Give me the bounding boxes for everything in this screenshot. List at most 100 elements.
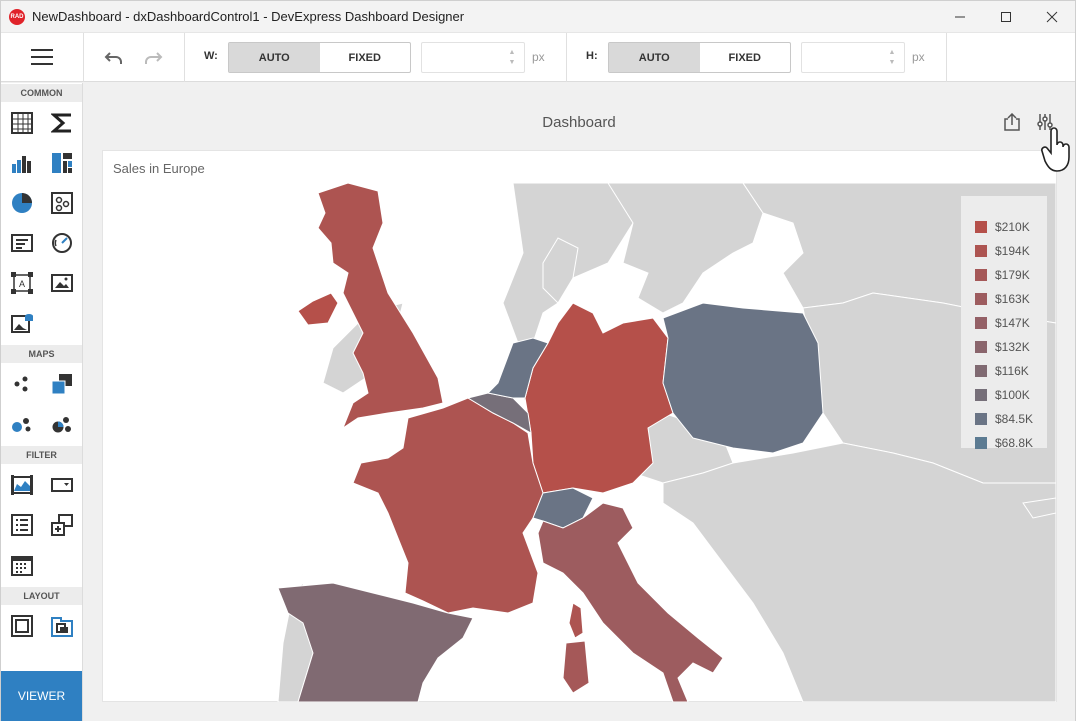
treemap-icon[interactable] bbox=[49, 150, 75, 176]
pie-map-icon[interactable] bbox=[49, 411, 75, 437]
toolbar: W: AUTO FIXED ▲ ▼ px H: AUTO FIXED ▲ ▼ px bbox=[1, 32, 1075, 82]
width-label: W: bbox=[204, 50, 218, 62]
export-icon bbox=[1004, 113, 1020, 131]
map-item-card: Sales in Europe $210K $194K $179K $163K … bbox=[102, 150, 1057, 702]
geo-point-map-icon[interactable] bbox=[9, 371, 35, 397]
list-box-icon[interactable] bbox=[9, 512, 35, 538]
legend-label: $179K bbox=[995, 268, 1030, 282]
legend-item: $132K bbox=[975, 339, 1030, 355]
image-icon[interactable] bbox=[49, 270, 75, 296]
width-mode-toggle: AUTO FIXED bbox=[228, 42, 411, 73]
date-filter-icon[interactable] bbox=[9, 552, 35, 578]
close-button[interactable] bbox=[1029, 1, 1075, 32]
height-input[interactable]: ▲ ▼ bbox=[801, 42, 905, 73]
scatter-icon[interactable] bbox=[49, 190, 75, 216]
width-input[interactable]: ▲ ▼ bbox=[421, 42, 525, 73]
svg-text:A: A bbox=[19, 279, 25, 289]
chart-icon[interactable] bbox=[9, 150, 35, 176]
image-data-icon[interactable] bbox=[9, 310, 35, 336]
legend-swatch bbox=[975, 317, 987, 329]
legend-swatch bbox=[975, 269, 987, 281]
legend-label: $116K bbox=[995, 364, 1029, 378]
legend-item: $68.8K bbox=[975, 435, 1033, 451]
redo-button[interactable] bbox=[142, 47, 164, 69]
choropleth-map-icon[interactable] bbox=[49, 371, 75, 397]
country-germany[interactable] bbox=[524, 302, 674, 494]
height-auto-button[interactable]: AUTO bbox=[609, 43, 700, 72]
country-ireland[interactable] bbox=[297, 292, 339, 326]
hand-cursor-icon bbox=[1041, 127, 1070, 172]
height-spinner-icon[interactable]: ▲ ▼ bbox=[888, 48, 896, 68]
dashboard-surface: Dashboard Sales in Europe $210K $194K $1… bbox=[83, 83, 1075, 721]
map-item-title: Sales in Europe bbox=[113, 161, 205, 176]
redo-icon bbox=[145, 52, 163, 64]
legend-item: $210K bbox=[975, 219, 1030, 235]
window-controls bbox=[937, 1, 1075, 32]
section-header-layout: LAYOUT bbox=[1, 587, 82, 605]
section-header-common: COMMON bbox=[1, 84, 82, 102]
bound-image-icon[interactable]: A bbox=[9, 270, 35, 296]
legend-label: $147K bbox=[995, 316, 1030, 330]
pie-icon[interactable] bbox=[9, 190, 35, 216]
gauge-icon[interactable] bbox=[49, 230, 75, 256]
legend-label: $100K bbox=[995, 388, 1030, 402]
choropleth-map[interactable] bbox=[103, 183, 1056, 702]
app-window: RAD NewDashboard - dxDashboardControl1 -… bbox=[0, 0, 1076, 721]
legend-label: $194K bbox=[995, 244, 1030, 258]
tree-view-icon[interactable] bbox=[49, 512, 75, 538]
legend-swatch bbox=[975, 365, 987, 377]
country-corsica[interactable] bbox=[568, 602, 584, 639]
legend-item: $163K bbox=[975, 291, 1030, 307]
app-logo-icon: RAD bbox=[9, 8, 25, 25]
bubble-map-icon[interactable] bbox=[9, 411, 35, 437]
legend-label: $132K bbox=[995, 340, 1030, 354]
toolbox-sidebar: COMMON A MAPS FILTER LAYOUT VIEWER bbox=[1, 83, 83, 721]
height-label: H: bbox=[586, 50, 598, 62]
section-header-filter: FILTER bbox=[1, 446, 82, 464]
legend-swatch bbox=[975, 221, 987, 233]
card-sum-icon[interactable] bbox=[49, 110, 75, 136]
legend-swatch bbox=[975, 437, 987, 449]
height-fixed-button[interactable]: FIXED bbox=[700, 43, 791, 72]
legend-swatch bbox=[975, 245, 987, 257]
tab-container-icon[interactable] bbox=[49, 613, 75, 639]
width-spinner-icon[interactable]: ▲ ▼ bbox=[508, 48, 516, 68]
country-sardinia[interactable] bbox=[562, 640, 590, 694]
legend-item: $179K bbox=[975, 267, 1030, 283]
map-legend: $210K $194K $179K $163K $147K $132K $116K $100K… bbox=[961, 196, 1047, 451]
minimize-button[interactable] bbox=[937, 1, 983, 32]
legend-swatch bbox=[975, 389, 987, 401]
undo-icon bbox=[104, 52, 122, 64]
text-box-icon[interactable] bbox=[9, 230, 35, 256]
section-header-maps: MAPS bbox=[1, 345, 82, 363]
legend-item: $194K bbox=[975, 243, 1030, 259]
maximize-icon bbox=[1001, 11, 1011, 22]
legend-label: $163K bbox=[995, 292, 1030, 306]
legend-swatch bbox=[975, 293, 987, 305]
combo-box-icon[interactable] bbox=[49, 472, 75, 498]
close-icon bbox=[1046, 11, 1058, 22]
width-auto-button[interactable]: AUTO bbox=[229, 43, 320, 72]
undo-button[interactable] bbox=[103, 47, 125, 69]
menu-button[interactable] bbox=[31, 49, 53, 65]
dashboard-title: Dashboard bbox=[542, 114, 616, 131]
legend-label: $84.5K bbox=[995, 412, 1034, 426]
legend-swatch bbox=[975, 413, 987, 425]
viewer-button[interactable]: VIEWER bbox=[1, 671, 82, 721]
legend-label: $68.8K bbox=[995, 436, 1034, 450]
width-fixed-button[interactable]: FIXED bbox=[320, 43, 411, 72]
legend-item: $100K bbox=[975, 387, 1030, 403]
grid-icon[interactable] bbox=[9, 110, 35, 136]
legend-item: $147K bbox=[975, 315, 1030, 331]
legend-swatch bbox=[975, 341, 987, 353]
minimize-icon bbox=[955, 16, 965, 17]
export-button[interactable] bbox=[1001, 111, 1023, 133]
country-poland[interactable] bbox=[662, 302, 824, 454]
range-filter-icon[interactable] bbox=[9, 472, 35, 498]
country-france[interactable] bbox=[352, 397, 544, 614]
group-icon[interactable] bbox=[9, 613, 35, 639]
height-mode-toggle: AUTO FIXED bbox=[608, 42, 791, 73]
maximize-button[interactable] bbox=[983, 1, 1029, 32]
window-title: NewDashboard - dxDashboardControl1 - Dev… bbox=[32, 9, 465, 24]
legend-item: $116K bbox=[975, 363, 1029, 379]
